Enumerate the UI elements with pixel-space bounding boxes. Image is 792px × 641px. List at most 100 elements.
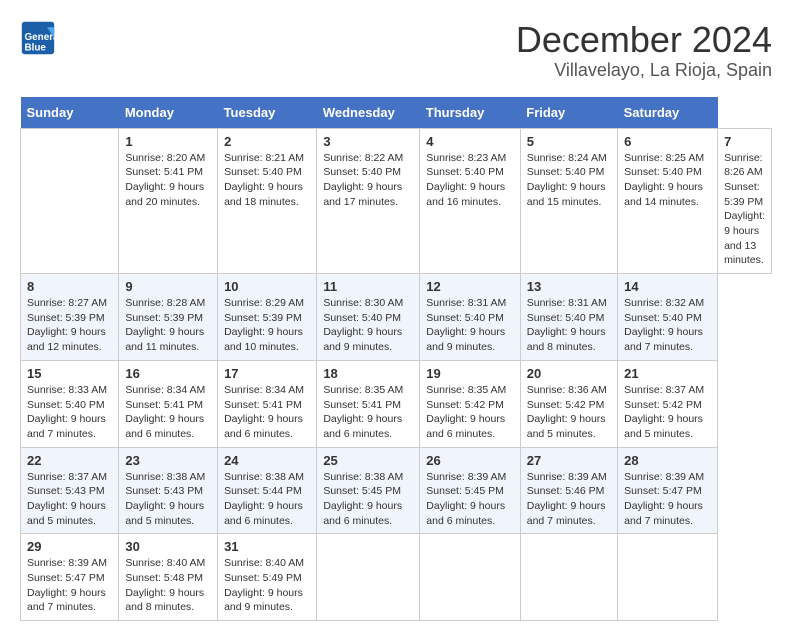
day-info: Sunrise: 8:31 AMSunset: 5:40 PMDaylight:… [426, 296, 513, 355]
calendar-cell: 8 Sunrise: 8:27 AMSunset: 5:39 PMDaylight… [21, 274, 119, 361]
day-number: 30 [125, 539, 211, 554]
day-number: 2 [224, 134, 310, 149]
day-info: Sunrise: 8:21 AMSunset: 5:40 PMDaylight:… [224, 151, 310, 210]
calendar-cell: 28Sunrise: 8:39 AMSunset: 5:47 PMDayligh… [618, 447, 718, 534]
calendar-cell: 1 Sunrise: 8:20 AMSunset: 5:41 PMDaylight… [119, 128, 218, 274]
day-info: Sunrise: 8:34 AMSunset: 5:41 PMDaylight:… [224, 383, 310, 442]
calendar-cell: 12 Sunrise: 8:31 AMSunset: 5:40 PMDayligh… [420, 274, 520, 361]
day-number: 3 [323, 134, 413, 149]
calendar-cell: 23 Sunrise: 8:38 AMSunset: 5:43 PMDayligh… [119, 447, 218, 534]
day-info: Sunrise: 8:23 AMSunset: 5:40 PMDaylight:… [426, 151, 513, 210]
day-info: Sunrise: 8:38 AMSunset: 5:45 PMDaylight:… [323, 470, 413, 529]
day-number: 1 [125, 134, 211, 149]
day-info: Sunrise: 8:24 AMSunset: 5:40 PMDaylight:… [527, 151, 611, 210]
page-header: General Blue General Blue December 2024 … [20, 20, 772, 81]
day-info: Sunrise: 8:35 AMSunset: 5:41 PMDaylight:… [323, 383, 413, 442]
day-of-week-header: Wednesday [317, 97, 420, 129]
day-info: Sunrise: 8:33 AMSunset: 5:40 PMDaylight:… [27, 383, 112, 442]
day-info: Sunrise: 8:27 AMSunset: 5:39 PMDaylight:… [27, 296, 112, 355]
day-info: Sunrise: 8:39 AMSunset: 5:47 PMDaylight:… [624, 470, 711, 529]
calendar-cell: 4Sunrise: 8:23 AMSunset: 5:40 PMDaylight… [420, 128, 520, 274]
calendar-cell [420, 534, 520, 621]
day-number: 20 [527, 366, 611, 381]
calendar-cell [618, 534, 718, 621]
calendar-cell [317, 534, 420, 621]
day-info: Sunrise: 8:34 AMSunset: 5:41 PMDaylight:… [125, 383, 211, 442]
calendar-cell: 19Sunrise: 8:35 AMSunset: 5:42 PMDayligh… [420, 360, 520, 447]
day-number: 14 [624, 279, 711, 294]
day-of-week-header: Tuesday [218, 97, 317, 129]
day-number: 5 [527, 134, 611, 149]
calendar-cell: 13 Sunrise: 8:31 AMSunset: 5:40 PMDayligh… [520, 274, 617, 361]
calendar-cell: 3 Sunrise: 8:22 AMSunset: 5:40 PMDaylight… [317, 128, 420, 274]
day-info: Sunrise: 8:25 AMSunset: 5:40 PMDaylight:… [624, 151, 711, 210]
calendar-cell: 16Sunrise: 8:34 AMSunset: 5:41 PMDayligh… [119, 360, 218, 447]
calendar-cell [21, 128, 119, 274]
day-number: 9 [125, 279, 211, 294]
logo: General Blue General Blue [20, 20, 56, 56]
calendar-cell [520, 534, 617, 621]
calendar-cell: 9Sunrise: 8:28 AMSunset: 5:39 PMDaylight… [119, 274, 218, 361]
day-number: 11 [323, 279, 413, 294]
day-of-week-header: Saturday [618, 97, 718, 129]
day-of-week-header: Monday [119, 97, 218, 129]
day-info: Sunrise: 8:37 AMSunset: 5:43 PMDaylight:… [27, 470, 112, 529]
day-info: Sunrise: 8:38 AMSunset: 5:44 PMDaylight:… [224, 470, 310, 529]
day-info: Sunrise: 8:39 AMSunset: 5:46 PMDaylight:… [527, 470, 611, 529]
day-info: Sunrise: 8:40 AMSunset: 5:49 PMDaylight:… [224, 556, 310, 615]
calendar-cell: 20 Sunrise: 8:36 AMSunset: 5:42 PMDayligh… [520, 360, 617, 447]
day-info: Sunrise: 8:31 AMSunset: 5:40 PMDaylight:… [527, 296, 611, 355]
day-of-week-header: Thursday [420, 97, 520, 129]
svg-text:Blue: Blue [25, 43, 47, 54]
calendar-cell: 25 Sunrise: 8:38 AMSunset: 5:45 PMDayligh… [317, 447, 420, 534]
calendar-cell: 6Sunrise: 8:25 AMSunset: 5:40 PMDaylight… [618, 128, 718, 274]
day-info: Sunrise: 8:22 AMSunset: 5:40 PMDaylight:… [323, 151, 413, 210]
day-number: 18 [323, 366, 413, 381]
calendar-cell: 15 Sunrise: 8:33 AMSunset: 5:40 PMDayligh… [21, 360, 119, 447]
day-number: 22 [27, 453, 112, 468]
day-of-week-header: Friday [520, 97, 617, 129]
day-info: Sunrise: 8:38 AMSunset: 5:43 PMDaylight:… [125, 470, 211, 529]
calendar-cell: 26 Sunrise: 8:39 AMSunset: 5:45 PMDayligh… [420, 447, 520, 534]
calendar-cell: 5 Sunrise: 8:24 AMSunset: 5:40 PMDaylight… [520, 128, 617, 274]
day-number: 15 [27, 366, 112, 381]
calendar-cell: 22 Sunrise: 8:37 AMSunset: 5:43 PMDayligh… [21, 447, 119, 534]
day-number: 27 [527, 453, 611, 468]
day-info: Sunrise: 8:36 AMSunset: 5:42 PMDaylight:… [527, 383, 611, 442]
logo-icon: General Blue [20, 20, 56, 56]
day-number: 31 [224, 539, 310, 554]
calendar-cell: 21Sunrise: 8:37 AMSunset: 5:42 PMDayligh… [618, 360, 718, 447]
calendar-cell: 31 Sunrise: 8:40 AMSunset: 5:49 PMDayligh… [218, 534, 317, 621]
day-info: Sunrise: 8:20 AMSunset: 5:41 PMDaylight:… [125, 151, 211, 210]
day-of-week-header: Sunday [21, 97, 119, 129]
calendar-cell: 29Sunrise: 8:39 AMSunset: 5:47 PMDayligh… [21, 534, 119, 621]
calendar-cell: 18 Sunrise: 8:35 AMSunset: 5:41 PMDayligh… [317, 360, 420, 447]
calendar-cell: 27 Sunrise: 8:39 AMSunset: 5:46 PMDayligh… [520, 447, 617, 534]
calendar-table: SundayMondayTuesdayWednesdayThursdayFrid… [20, 97, 772, 622]
day-info: Sunrise: 8:40 AMSunset: 5:48 PMDaylight:… [125, 556, 211, 615]
calendar-cell: 14Sunrise: 8:32 AMSunset: 5:40 PMDayligh… [618, 274, 718, 361]
day-number: 8 [27, 279, 112, 294]
day-info: Sunrise: 8:26 AMSunset: 5:39 PMDaylight:… [724, 151, 765, 269]
day-info: Sunrise: 8:39 AMSunset: 5:47 PMDaylight:… [27, 556, 112, 615]
calendar-cell: 2 Sunrise: 8:21 AMSunset: 5:40 PMDaylight… [218, 128, 317, 274]
day-number: 26 [426, 453, 513, 468]
day-info: Sunrise: 8:30 AMSunset: 5:40 PMDaylight:… [323, 296, 413, 355]
day-number: 13 [527, 279, 611, 294]
day-number: 17 [224, 366, 310, 381]
calendar-cell: 24 Sunrise: 8:38 AMSunset: 5:44 PMDayligh… [218, 447, 317, 534]
day-info: Sunrise: 8:39 AMSunset: 5:45 PMDaylight:… [426, 470, 513, 529]
calendar-cell: 7 Sunrise: 8:26 AMSunset: 5:39 PMDaylight… [718, 128, 772, 274]
day-number: 10 [224, 279, 310, 294]
calendar-cell: 30 Sunrise: 8:40 AMSunset: 5:48 PMDayligh… [119, 534, 218, 621]
calendar-cell: 17 Sunrise: 8:34 AMSunset: 5:41 PMDayligh… [218, 360, 317, 447]
day-number: 7 [724, 134, 765, 149]
month-title: December 2024 [516, 20, 772, 60]
day-number: 12 [426, 279, 513, 294]
day-info: Sunrise: 8:37 AMSunset: 5:42 PMDaylight:… [624, 383, 711, 442]
day-number: 25 [323, 453, 413, 468]
day-number: 23 [125, 453, 211, 468]
calendar-cell: 11 Sunrise: 8:30 AMSunset: 5:40 PMDayligh… [317, 274, 420, 361]
day-number: 24 [224, 453, 310, 468]
location-subtitle: Villavelayo, La Rioja, Spain [516, 60, 772, 81]
